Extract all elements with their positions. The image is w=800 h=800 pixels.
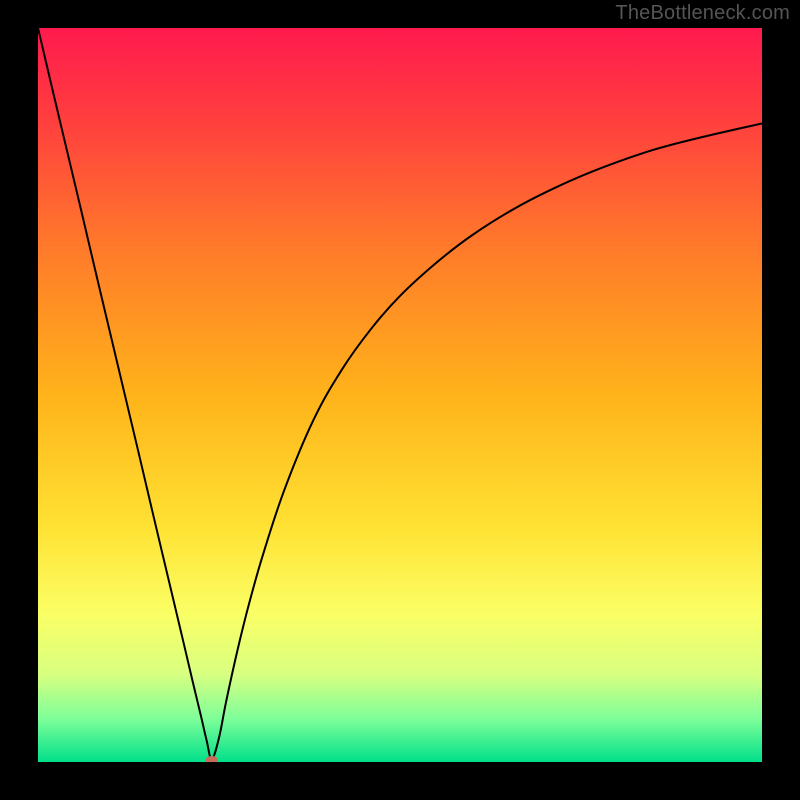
bottleneck-chart <box>38 28 762 762</box>
plot-area <box>38 28 762 762</box>
watermark-text: TheBottleneck.com <box>615 2 790 25</box>
chart-frame: TheBottleneck.com <box>0 0 800 800</box>
gradient-background <box>38 28 762 762</box>
